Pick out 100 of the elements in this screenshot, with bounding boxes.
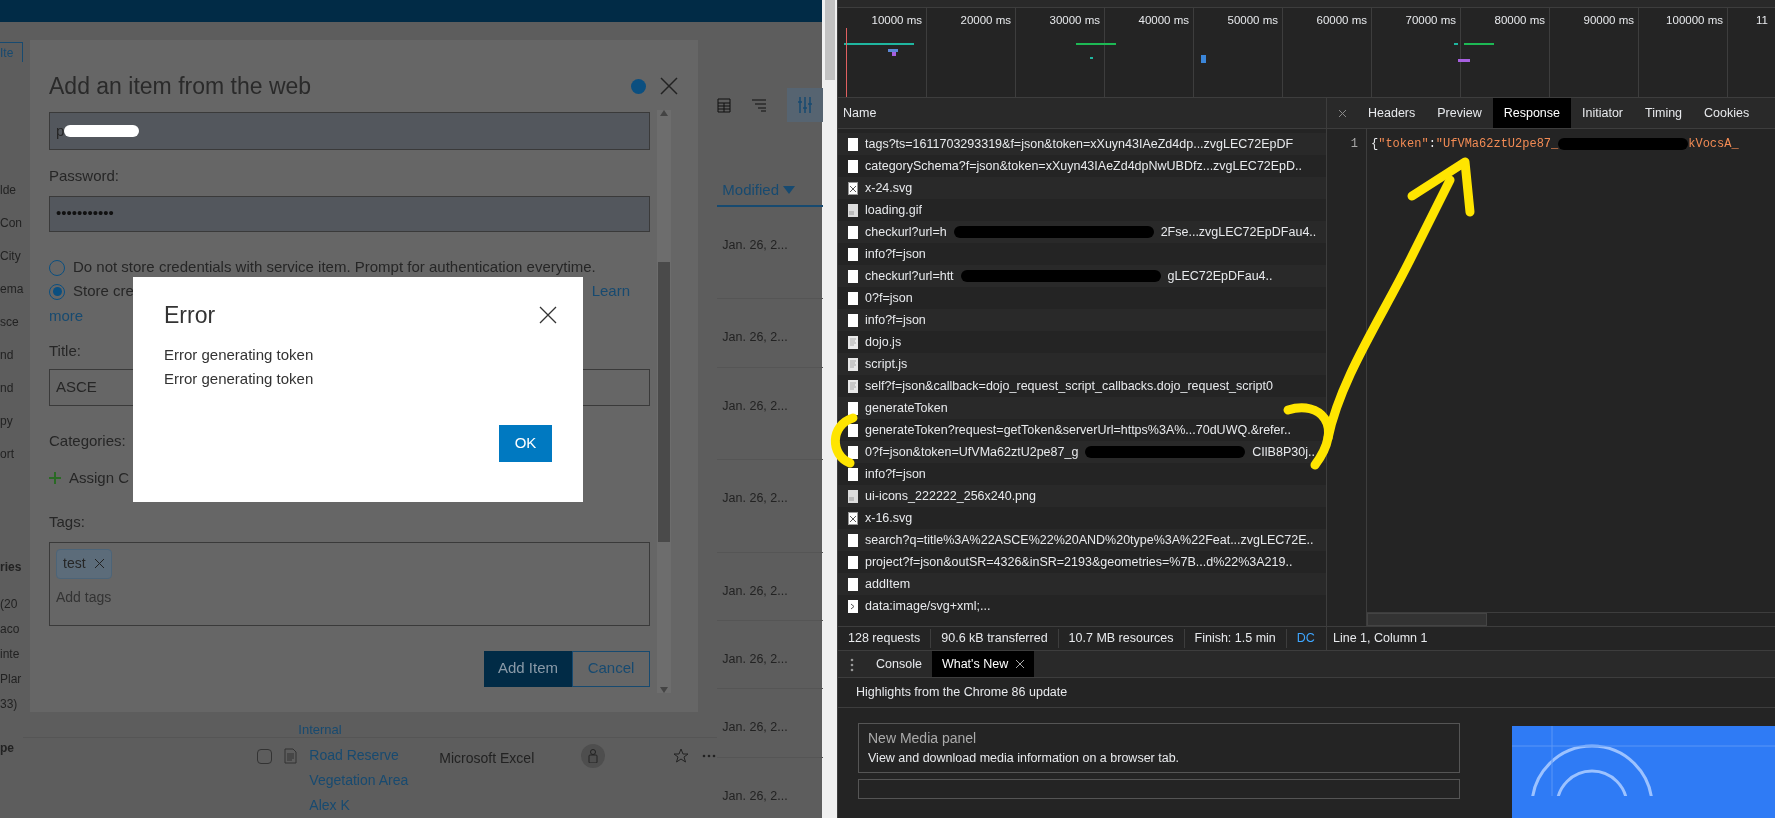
timeline-overview[interactable]: 10000 ms 20000 ms 30000 ms 40000 ms 50000 ms 60000 ms 70000 ms 80000 ms 90000 ms 100000 ms 11 — [838, 8, 1775, 97]
date-text: Jan. 26, 2... — [722, 584, 788, 598]
close-icon[interactable] — [1016, 660, 1025, 668]
summary-text[interactable]: DC — [1286, 629, 1325, 648]
request-row[interactable]: addItem — [838, 573, 1326, 595]
timeline-tick-label: 10000 ms — [871, 13, 922, 28]
filter-sliders-button[interactable] — [787, 87, 824, 122]
sidebar-text-fragment: aco — [0, 621, 21, 638]
image-file-icon — [848, 489, 858, 503]
feature-card[interactable] — [858, 778, 1460, 799]
item-text: Internal — [298, 723, 343, 737]
ok-button[interactable]: OK — [499, 424, 552, 462]
request-row[interactable]: checkurl?url=h 2Fse...zvgLEC72EpDFau4.. — [838, 221, 1326, 243]
file-icon — [848, 247, 858, 261]
summary-text: Finish: 1.5 min — [1184, 629, 1287, 648]
file-icon — [848, 555, 858, 569]
date-text: Jan. 26, 2... — [722, 491, 788, 505]
request-row[interactable]: ui-icons_222222_256x240.png — [838, 485, 1326, 507]
chevron-file-icon — [848, 599, 858, 613]
password-label: Password: — [49, 166, 121, 186]
scroll-up-icon[interactable] — [660, 110, 668, 116]
sidebar-text-fragment: (20 — [0, 596, 19, 613]
dialog-title: Add an item from the web — [49, 71, 313, 101]
highlight-bracket — [830, 413, 858, 468]
request-row[interactable]: script.js — [838, 353, 1326, 375]
request-name: info?f=json — [865, 245, 926, 263]
sidebar-text-fragment: nd — [0, 347, 15, 364]
detail-tab[interactable]: Timing — [1634, 98, 1694, 128]
page-scrollbar[interactable] — [822, 0, 837, 818]
sidebar-text-fragment: nd — [0, 380, 15, 397]
request-name: dojo.js — [865, 333, 902, 351]
line-number: 1 — [1350, 136, 1358, 153]
request-name: addItem — [865, 575, 911, 593]
add-item-button[interactable]: Add Item — [483, 650, 572, 687]
error-message: Error generating token — [164, 344, 315, 365]
response-code: {"token":"UfVMa62ztU2pe87_ — [1371, 136, 1559, 153]
request-name: generateToken?request=getToken&serverUrl=https%3A%...70dUWQ.&refer.. — [865, 421, 1291, 439]
horizontal-scrollbar[interactable] — [1367, 612, 1775, 626]
feature-description: View and download media information on a browser tab. — [868, 750, 1181, 767]
tags-label: Tags: — [49, 512, 85, 532]
sidebar-text-fragment: ort — [0, 446, 15, 463]
request-name: search?q=title%3A%22ASCE%22%20AND%20type%3A%22Feat...zvgLEC72E.. — [865, 531, 1314, 549]
feature-card[interactable]: New Media panel View and download media information on a browser tab. — [858, 723, 1460, 773]
script-file-icon — [848, 379, 858, 393]
sort-lines-icon[interactable] — [751, 97, 768, 112]
request-row[interactable]: checkurl?url=htt gLEC72EpDFau4.. — [838, 265, 1326, 287]
close-icon[interactable] — [539, 306, 557, 325]
star-icon[interactable] — [673, 748, 690, 764]
plus-icon — [49, 471, 61, 484]
row-checkbox[interactable] — [257, 749, 273, 764]
request-name: ui-icons_222222_256x240.png — [865, 487, 1036, 505]
request-row[interactable]: search?q=title%3A%22ASCE%22%20AND%20type%3A%22Feat...zvgLEC72E.. — [838, 529, 1326, 551]
detail-tab[interactable]: Headers — [1357, 98, 1427, 128]
sidebar-text-fragment: ries — [0, 559, 23, 576]
date-text: Jan. 26, 2... — [722, 789, 788, 803]
detail-tab[interactable]: Response — [1492, 98, 1571, 128]
help-icon[interactable] — [631, 78, 646, 94]
request-name: 2Fse...zvgLEC72EpDFau4.. — [1160, 223, 1317, 241]
timeline-tick-label: 50000 ms — [1227, 13, 1278, 28]
request-name: x-16.svg — [865, 509, 913, 527]
summary-text: 90.6 kB transferred — [931, 629, 1059, 648]
highlights-heading: Highlights from the Chrome 86 update — [856, 684, 1068, 702]
request-name: 0?f=json — [865, 289, 913, 307]
image-file-icon — [848, 203, 858, 217]
timeline-tick-label: 70000 ms — [1405, 13, 1456, 28]
detail-tab[interactable]: Cookies — [1693, 98, 1761, 128]
column-header[interactable]: Name — [843, 103, 877, 123]
drawer-tab[interactable]: What's New — [931, 651, 1035, 677]
scrollbar[interactable] — [657, 110, 671, 693]
request-row[interactable]: x-24.svg — [838, 177, 1326, 199]
request-row[interactable]: info?f=json — [838, 309, 1326, 331]
file-icon — [848, 423, 858, 437]
timeline-tick-label: 100000 ms — [1666, 13, 1723, 28]
sidebar-text-fragment: Con — [0, 215, 23, 232]
categories-label: Categories: — [49, 431, 126, 451]
sidebar-text-fragment: ema — [0, 281, 24, 298]
timeline-tick-label: 60000 ms — [1316, 13, 1367, 28]
request-row[interactable]: 0?f=json&token=UfVMa62ztU2pe87_g CIlB8P30j.. — [838, 441, 1326, 463]
file-icon — [848, 159, 858, 173]
detail-tab[interactable]: Preview — [1426, 98, 1493, 128]
timeline-tick-label: 80000 ms — [1494, 13, 1545, 28]
detail-tab[interactable]: Initiator — [1571, 98, 1634, 128]
request-name: x-24.svg — [865, 179, 913, 197]
table-view-icon[interactable] — [717, 96, 732, 113]
response-code: kVocsA_ — [1688, 136, 1739, 153]
request-name: self?f=json&callback=dojo_request_script_callbacks.dojo_request_script0 — [865, 377, 1273, 395]
timeline-tick-label: 40000 ms — [1138, 13, 1189, 28]
timeline-tick-label: 11 — [1756, 13, 1768, 28]
document-icon — [284, 748, 298, 764]
request-row[interactable]: tags?ts=1611703293319&f=json&token=xXuyn43IAeZd4dp...zvgLEC72EpDF — [838, 133, 1326, 155]
sliders-icon — [797, 95, 814, 114]
sidebar-text-fragment: 33) — [0, 696, 19, 713]
file-icon — [848, 401, 858, 415]
close-file-icon — [848, 511, 858, 525]
drawer-tab[interactable]: Console — [866, 651, 932, 677]
request-row[interactable]: generateToken — [838, 397, 1326, 419]
request-name: project?f=json&outSR=4326&inSR=2193&geometries=%7B...d%22%3A219.. — [865, 553, 1293, 571]
scroll-down-icon[interactable] — [660, 687, 668, 693]
file-icon — [848, 313, 858, 327]
request-name: gLEC72EpDFau4.. — [1167, 267, 1273, 285]
